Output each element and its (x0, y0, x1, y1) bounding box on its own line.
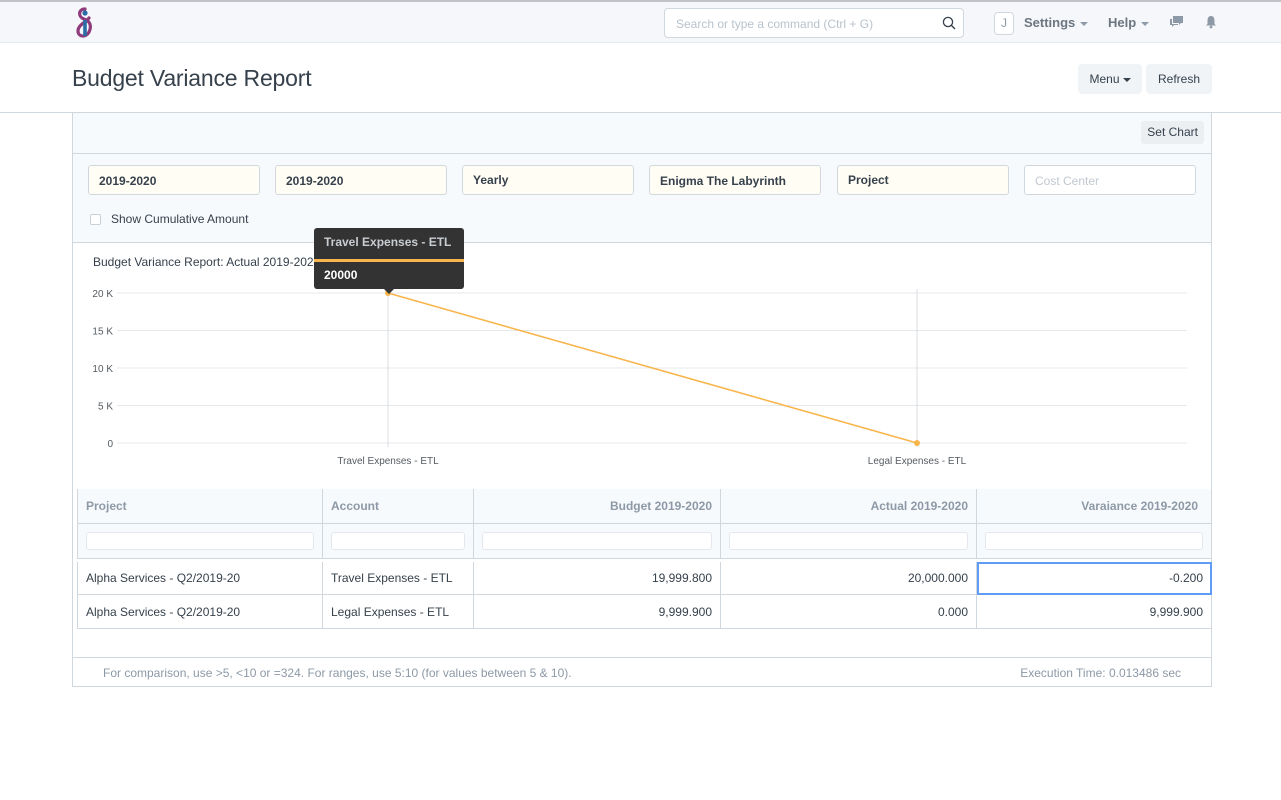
filter-to-fiscal-year[interactable]: 2019-2020 (275, 165, 447, 195)
settings-dropdown[interactable]: Settings (1024, 15, 1089, 30)
cell-budget[interactable]: 9,999.900 (474, 595, 721, 629)
y-tick-label: 5 K (98, 402, 113, 413)
page-title: Budget Variance Report (72, 65, 312, 91)
report-container: Set Chart 2019-2020 2019-2020 Yearly Eni… (72, 113, 1212, 687)
line-chart: Budget Variance Report: Actual 2019-2020… (73, 228, 1211, 490)
menu-button[interactable]: Menu (1078, 64, 1142, 94)
app-logo[interactable] (74, 6, 96, 40)
chart-svg: 0 5 K 10 K 15 K 20 K Travel Expenses - ETL Leg… (92, 289, 1187, 467)
table-row: Alpha Services - Q2/2019-20 Travel Expen… (77, 562, 1212, 595)
filter-cell (323, 524, 474, 559)
cell-budget[interactable]: 19,999.800 (474, 562, 721, 595)
table-header-row: Project Account Budget 2019-2020 Actual … (77, 489, 1212, 524)
filter-cell (474, 524, 721, 559)
filter-cell (721, 524, 977, 559)
help-label: Help (1108, 15, 1137, 30)
search-icon[interactable] (942, 16, 956, 30)
avatar[interactable]: J (994, 12, 1014, 35)
chat-icon[interactable] (1169, 15, 1184, 29)
set-chart-button[interactable]: Set Chart (1141, 121, 1204, 144)
cell-project[interactable]: Alpha Services - Q2/2019-20 (77, 595, 323, 629)
filter-from-fiscal-year[interactable]: 2019-2020 (88, 165, 260, 195)
tooltip-series-bar (314, 259, 464, 262)
tooltip-title: Travel Expenses - ETL (324, 235, 452, 249)
tooltip-arrow (384, 289, 394, 294)
column-header-budget[interactable]: Budget 2019-2020 (474, 489, 721, 524)
column-header-variance[interactable]: Varaiance 2019-2020 (977, 489, 1212, 524)
report-toolbar: Set Chart (73, 113, 1211, 154)
search-input[interactable]: Search or type a command (Ctrl + G) (664, 8, 964, 38)
x-tick-label: Legal Expenses - ETL (868, 456, 967, 467)
filter-cell (977, 524, 1212, 559)
page-head: Budget Variance Report Menu Refresh (0, 43, 1281, 113)
column-header-actual[interactable]: Actual 2019-2020 (721, 489, 977, 524)
filter-project-input[interactable] (86, 532, 314, 550)
execution-time: Execution Time: 0.013486 sec (1020, 666, 1181, 680)
bell-icon[interactable] (1205, 15, 1217, 29)
cell-variance[interactable]: -0.200 (977, 562, 1212, 595)
navbar: Search or type a command (Ctrl + G) J Se… (0, 0, 1281, 43)
cell-variance[interactable]: 9,999.900 (977, 595, 1212, 629)
x-tick-label: Travel Expenses - ETL (337, 456, 439, 467)
cell-actual[interactable]: 20,000.000 (721, 562, 977, 595)
filter-area: 2019-2020 2019-2020 Yearly Enigma The La… (73, 154, 1211, 243)
cell-actual[interactable]: 0.000 (721, 595, 977, 629)
column-header-account[interactable]: Account (323, 489, 474, 524)
table-filter-row (77, 524, 1212, 559)
filter-cell (77, 524, 323, 559)
filter-variance-input[interactable] (985, 532, 1203, 550)
y-tick-label: 0 (107, 439, 113, 450)
filter-account-input[interactable] (331, 532, 465, 550)
report-footer: For comparison, use >5, <10 or =324. For… (73, 657, 1211, 686)
tooltip-value: 20000 (324, 268, 358, 282)
table-row: Alpha Services - Q2/2019-20 Legal Expens… (77, 595, 1212, 629)
y-tick-label: 20 K (92, 289, 113, 300)
menu-label: Menu (1089, 72, 1120, 86)
filter-cost-center[interactable]: Cost Center (1024, 165, 1196, 195)
help-dropdown[interactable]: Help (1108, 15, 1150, 30)
filter-budget-against[interactable]: Project (837, 165, 1009, 195)
y-tick-label: 10 K (92, 364, 113, 375)
chevron-down-icon (1080, 21, 1089, 26)
filter-company[interactable]: Enigma The Labyrinth (649, 165, 821, 195)
filter-budget-input[interactable] (482, 532, 712, 550)
show-cumulative-checkbox[interactable] (90, 214, 101, 225)
cell-account[interactable]: Travel Expenses - ETL (323, 562, 474, 595)
show-cumulative-label: Show Cumulative Amount (111, 212, 249, 226)
chart-tooltip: Travel Expenses - ETL 20000 (314, 228, 464, 294)
y-tick-label: 15 K (92, 327, 113, 338)
cell-project[interactable]: Alpha Services - Q2/2019-20 (77, 562, 323, 595)
settings-label: Settings (1024, 15, 1076, 30)
refresh-button[interactable]: Refresh (1146, 64, 1212, 94)
search-placeholder: Search or type a command (Ctrl + G) (676, 17, 874, 31)
filter-hint: For comparison, use >5, <10 or =324. For… (103, 666, 572, 680)
chevron-down-icon (1122, 77, 1131, 82)
filter-actual-input[interactable] (729, 532, 968, 550)
filter-period[interactable]: Yearly (462, 165, 634, 195)
cell-account[interactable]: Legal Expenses - ETL (323, 595, 474, 629)
data-point (914, 440, 920, 446)
column-header-project[interactable]: Project (77, 489, 323, 524)
chevron-down-icon (1141, 21, 1150, 26)
